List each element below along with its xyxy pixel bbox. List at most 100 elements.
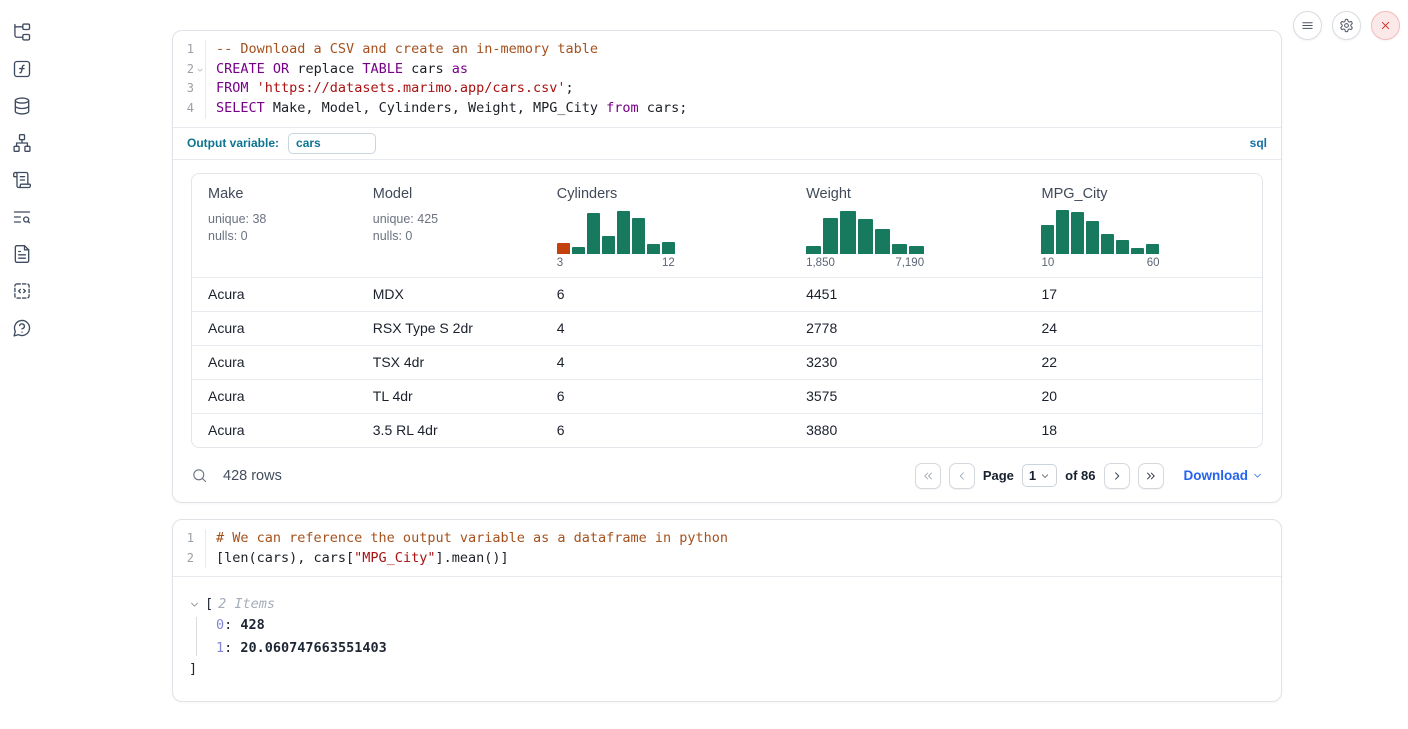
python-code-editor[interactable]: 1# We can reference the output variable … <box>173 520 1281 576</box>
table-row: AcuraMDX6445117 <box>192 277 1262 311</box>
column-header: Weight 1,850 7,190 <box>790 174 1025 277</box>
code-token: replace <box>289 61 362 77</box>
top-right-controls <box>1293 11 1400 40</box>
histogram-range-labels: 1060 <box>1041 257 1159 269</box>
download-menu-button[interactable]: Download <box>1184 468 1264 483</box>
tree-entry-value: 428 <box>240 617 264 633</box>
fold-chevron-icon[interactable] <box>194 60 205 80</box>
tree-entry-value: 20.060747663551403 <box>240 640 386 656</box>
code-line: 1# We can reference the output variable … <box>173 529 1281 549</box>
code-token: from <box>606 100 639 116</box>
code-token: cars <box>403 61 452 77</box>
column-name[interactable]: Make <box>208 186 341 202</box>
tree-entries: 0: 4281: 20.060747663551403 <box>189 614 1265 659</box>
first-page-button[interactable] <box>915 463 941 489</box>
python-cell: 1# We can reference the output variable … <box>172 519 1282 702</box>
fold-spacer <box>194 549 205 569</box>
histogram-bar <box>557 243 570 254</box>
snippets-icon[interactable] <box>12 281 32 301</box>
histogram-bar <box>602 236 615 254</box>
shutdown-button[interactable] <box>1371 11 1400 40</box>
settings-button[interactable] <box>1332 11 1361 40</box>
histogram-bar <box>858 219 873 254</box>
next-page-button[interactable] <box>1104 463 1130 489</box>
code-token: as <box>452 61 468 77</box>
data-table: Makeunique: 38nulls: 0Modelunique: 425nu… <box>191 173 1263 448</box>
documentation-icon[interactable] <box>12 244 32 264</box>
histogram-min-label: 3 <box>557 257 563 269</box>
column-name[interactable]: Cylinders <box>557 186 774 202</box>
code-line: 1-- Download a CSV and create an in-memo… <box>173 40 1281 60</box>
table-cell: 4451 <box>790 278 1025 311</box>
table-cell: 17 <box>1025 278 1261 311</box>
column-name[interactable]: Model <box>373 186 525 202</box>
table-header: Makeunique: 38nulls: 0Modelunique: 425nu… <box>192 174 1262 277</box>
histogram-range-labels: 1,850 7,190 <box>806 257 924 269</box>
table-cell: 22 <box>1025 346 1261 379</box>
column-name[interactable]: MPG_City <box>1041 186 1245 202</box>
help-icon[interactable] <box>12 318 32 338</box>
menu-button[interactable] <box>1293 11 1322 40</box>
column-histogram: 1060 <box>1041 207 1159 269</box>
collapse-chevron-icon[interactable] <box>189 599 200 610</box>
column-stat-line: unique: 38 <box>208 211 341 228</box>
output-variable-input[interactable] <box>288 133 376 154</box>
file-explorer-icon[interactable] <box>12 22 32 42</box>
column-stats: unique: 425nulls: 0 <box>373 211 525 245</box>
column-header: Model unique: 425nulls: 0 <box>357 174 541 277</box>
language-badge: sql <box>1250 136 1267 150</box>
histogram-bar <box>617 211 630 254</box>
page-select[interactable]: 1 <box>1022 464 1057 487</box>
table-row: AcuraTL 4dr6357520 <box>192 379 1262 413</box>
histogram-bar <box>632 218 645 254</box>
table-cell: Acura <box>192 346 357 379</box>
table-cell: Acura <box>192 380 357 413</box>
download-label: Download <box>1184 468 1249 483</box>
table-cell: 24 <box>1025 312 1261 345</box>
table-cell: 2778 <box>790 312 1025 345</box>
functions-icon[interactable] <box>12 59 32 79</box>
code-token: "MPG_City" <box>354 550 435 566</box>
column-stat-line: unique: 425 <box>373 211 525 228</box>
histogram-min-label: 10 <box>1041 257 1054 269</box>
line-number-text: 2 <box>174 549 194 569</box>
histogram-max-label: 7,190 <box>895 257 924 269</box>
code-content: FROM 'https://datasets.marimo.app/cars.c… <box>206 79 574 99</box>
sql-code-editor[interactable]: 1-- Download a CSV and create an in-memo… <box>173 31 1281 127</box>
code-token: CREATE <box>216 61 265 77</box>
column-name[interactable]: Weight <box>806 186 1009 202</box>
table-cell: 20 <box>1025 380 1261 413</box>
histogram-bar <box>840 211 855 254</box>
histogram-bar <box>1131 248 1144 254</box>
table-search-button[interactable] <box>191 467 208 484</box>
code-token: SELECT <box>216 100 265 116</box>
table-row: Acura3.5 RL 4dr6388018 <box>192 413 1262 447</box>
dependency-graph-icon[interactable] <box>12 133 32 153</box>
menu-icon <box>1300 18 1315 33</box>
code-token: OR <box>273 61 289 77</box>
code-token: [len(cars), cars[ <box>216 550 354 566</box>
column-header: Makeunique: 38nulls: 0 <box>192 174 357 277</box>
line-number: 4 <box>173 99 206 119</box>
datasources-icon[interactable] <box>12 96 32 116</box>
histogram-min-label: 1,850 <box>806 257 835 269</box>
histogram-bar <box>1041 225 1054 254</box>
histogram-bar <box>587 213 600 254</box>
previous-page-button[interactable] <box>949 463 975 489</box>
fold-spacer <box>194 79 205 99</box>
table-cell: 6 <box>541 278 790 311</box>
table-cell: Acura <box>192 278 357 311</box>
scratchpad-icon[interactable] <box>12 170 32 190</box>
code-token: ; <box>566 80 574 96</box>
histogram-bar <box>1071 212 1084 254</box>
open-bracket: [ <box>205 594 213 614</box>
line-number: 2 <box>173 60 206 80</box>
code-content: [len(cars), cars["MPG_City"].mean()] <box>206 549 509 569</box>
logs-icon[interactable] <box>12 207 32 227</box>
table-cell: 4 <box>541 346 790 379</box>
last-page-button[interactable] <box>1138 463 1164 489</box>
histogram-bar <box>909 246 924 254</box>
table-cell: 6 <box>541 414 790 447</box>
sidebar <box>0 0 44 338</box>
histogram-bars <box>557 207 675 254</box>
